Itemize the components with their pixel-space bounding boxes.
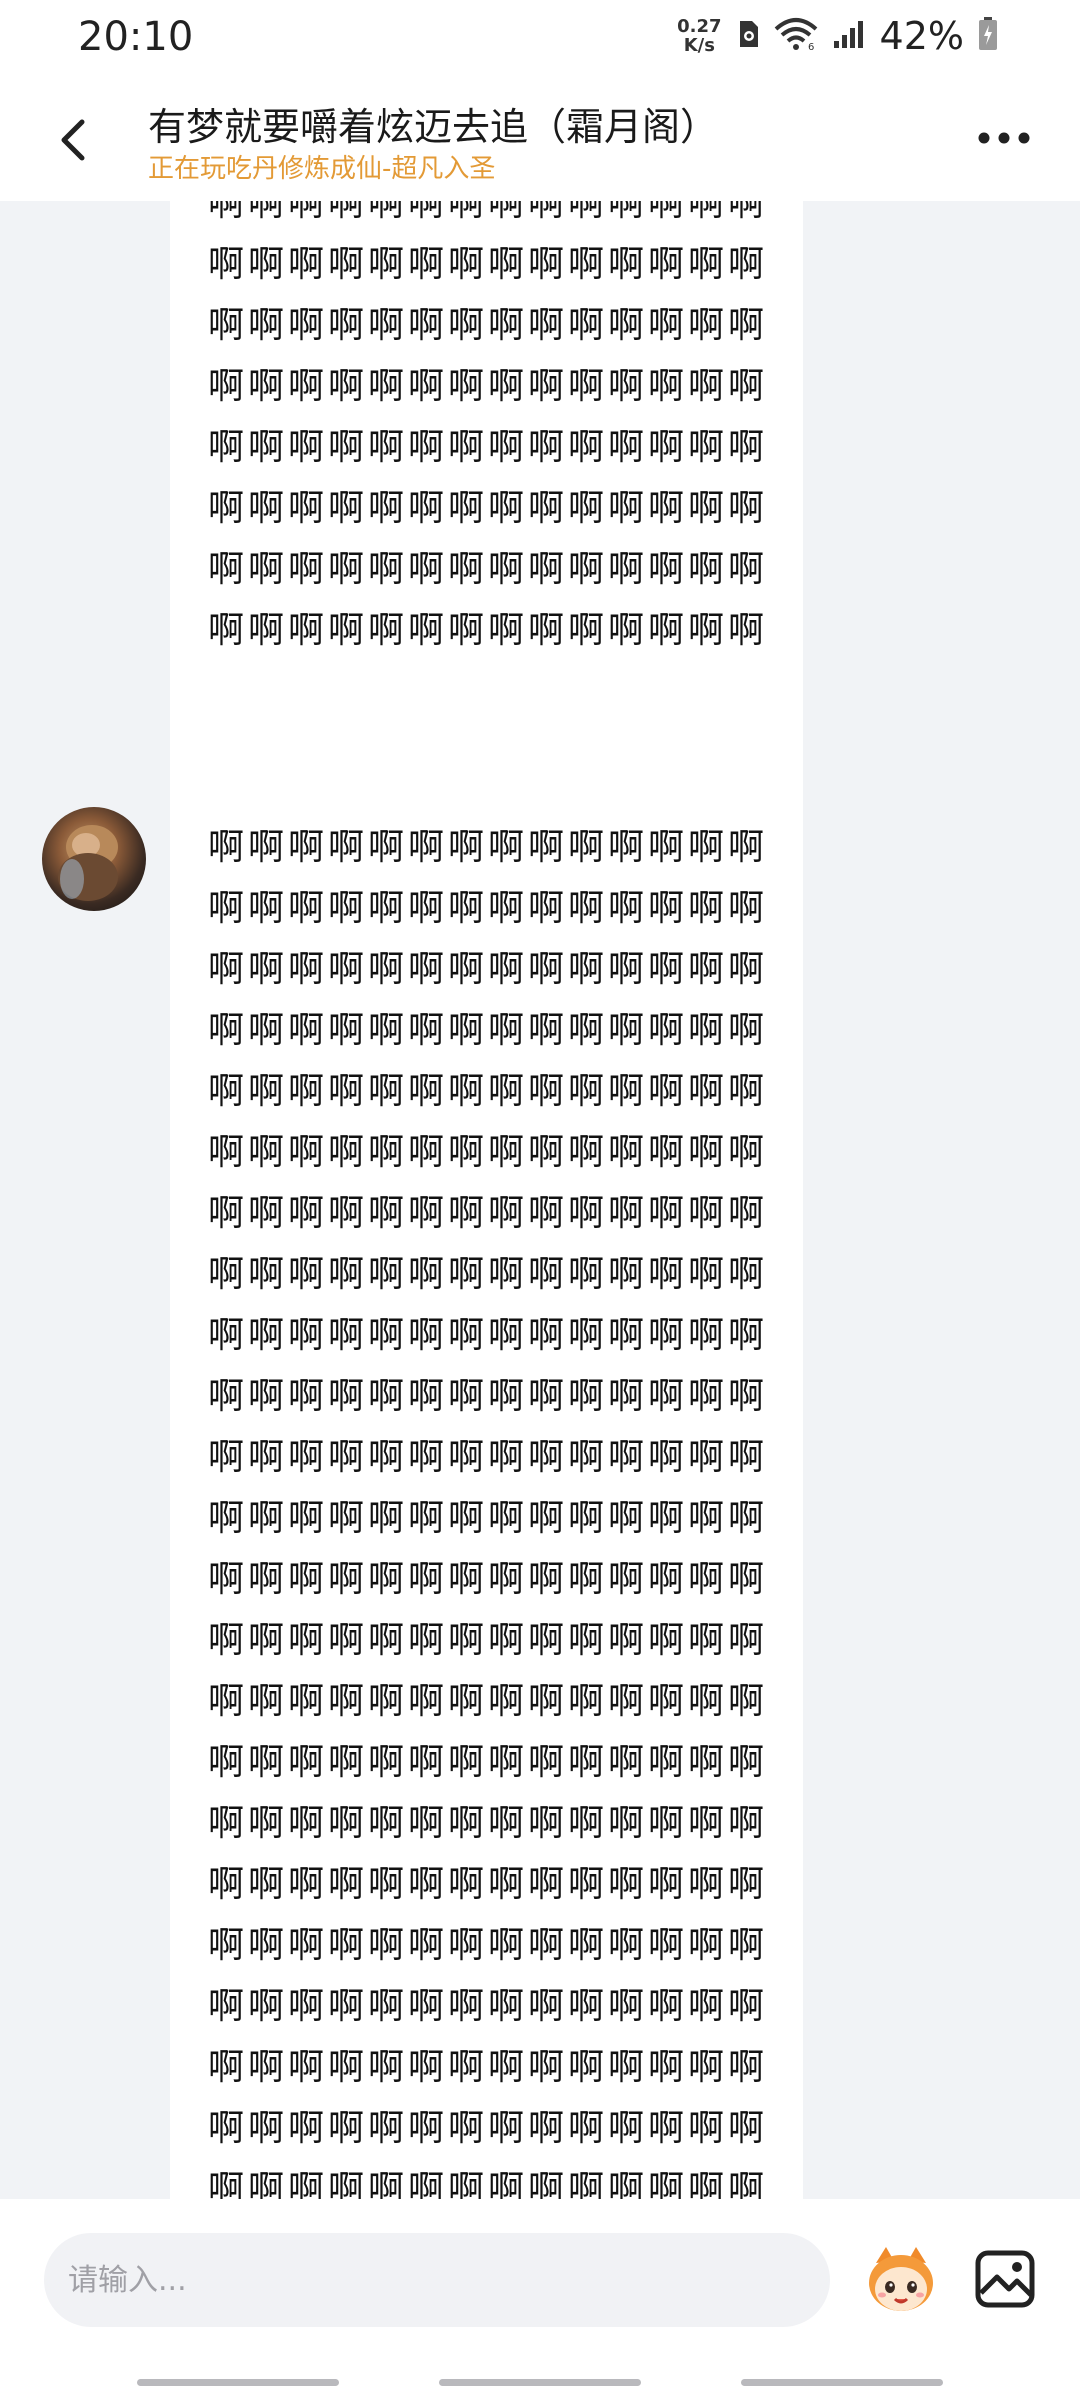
emoji-button[interactable] [862,2243,940,2317]
message-text: 啊啊啊啊啊啊啊啊啊啊啊啊啊啊啊啊啊啊啊啊啊啊啊啊啊啊啊啊啊啊啊啊啊啊啊啊啊啊啊啊… [208,201,769,651]
message-input[interactable] [44,2233,830,2327]
status-time: 20:10 [78,14,194,60]
emoji-icon [869,2247,933,2311]
nav-home-button[interactable] [439,2379,641,2386]
input-bar [0,2199,1080,2364]
image-icon [975,2250,1035,2308]
message-text: 啊啊啊啊啊啊啊啊啊啊啊啊啊啊啊啊啊啊啊啊啊啊啊啊啊啊啊啊啊啊啊啊啊啊啊啊啊啊啊啊… [208,827,769,2199]
chat-subtitle: 正在玩吃丹修炼成仙-超凡入圣 [148,154,496,184]
svg-text:6: 6 [808,42,814,51]
back-button[interactable] [50,108,100,168]
avatar[interactable] [42,807,146,911]
nav-back-button[interactable] [741,2379,943,2386]
image-button[interactable] [973,2247,1037,2311]
back-icon [61,119,85,161]
system-nav-bar [0,2364,1080,2400]
battery-icon [978,17,998,55]
signal-icon [832,19,866,53]
network-speed: 0.27 K/s [677,17,721,55]
chat-header: 有梦就要嚼着炫迈去追（霜月阁） 正在玩吃丹修炼成仙-超凡入圣 [0,78,1080,201]
message-list[interactable]: 啊啊啊啊啊啊啊啊啊啊啊啊啊啊啊啊啊啊啊啊啊啊啊啊啊啊啊啊啊啊啊啊啊啊啊啊啊啊啊啊… [0,201,1080,2199]
message-bubble[interactable]: 啊啊啊啊啊啊啊啊啊啊啊啊啊啊啊啊啊啊啊啊啊啊啊啊啊啊啊啊啊啊啊啊啊啊啊啊啊啊啊啊… [170,805,803,2199]
wifi-icon: 6 [774,17,818,55]
network-speed-value: 0.27 [677,16,722,37]
avatar-image [58,825,118,901]
sim-icon [736,19,760,53]
more-icon [978,132,1030,144]
nav-recents-button[interactable] [137,2379,339,2386]
status-icons: 0.27 K/s 6 42% [677,14,998,58]
chat-title: 有梦就要嚼着炫迈去追（霜月阁） [148,105,719,149]
status-bar: 20:10 0.27 K/s 6 42% [0,0,1080,78]
battery-percent: 42% [879,14,964,58]
more-button[interactable] [976,120,1032,156]
network-speed-unit: K/s [683,35,715,56]
